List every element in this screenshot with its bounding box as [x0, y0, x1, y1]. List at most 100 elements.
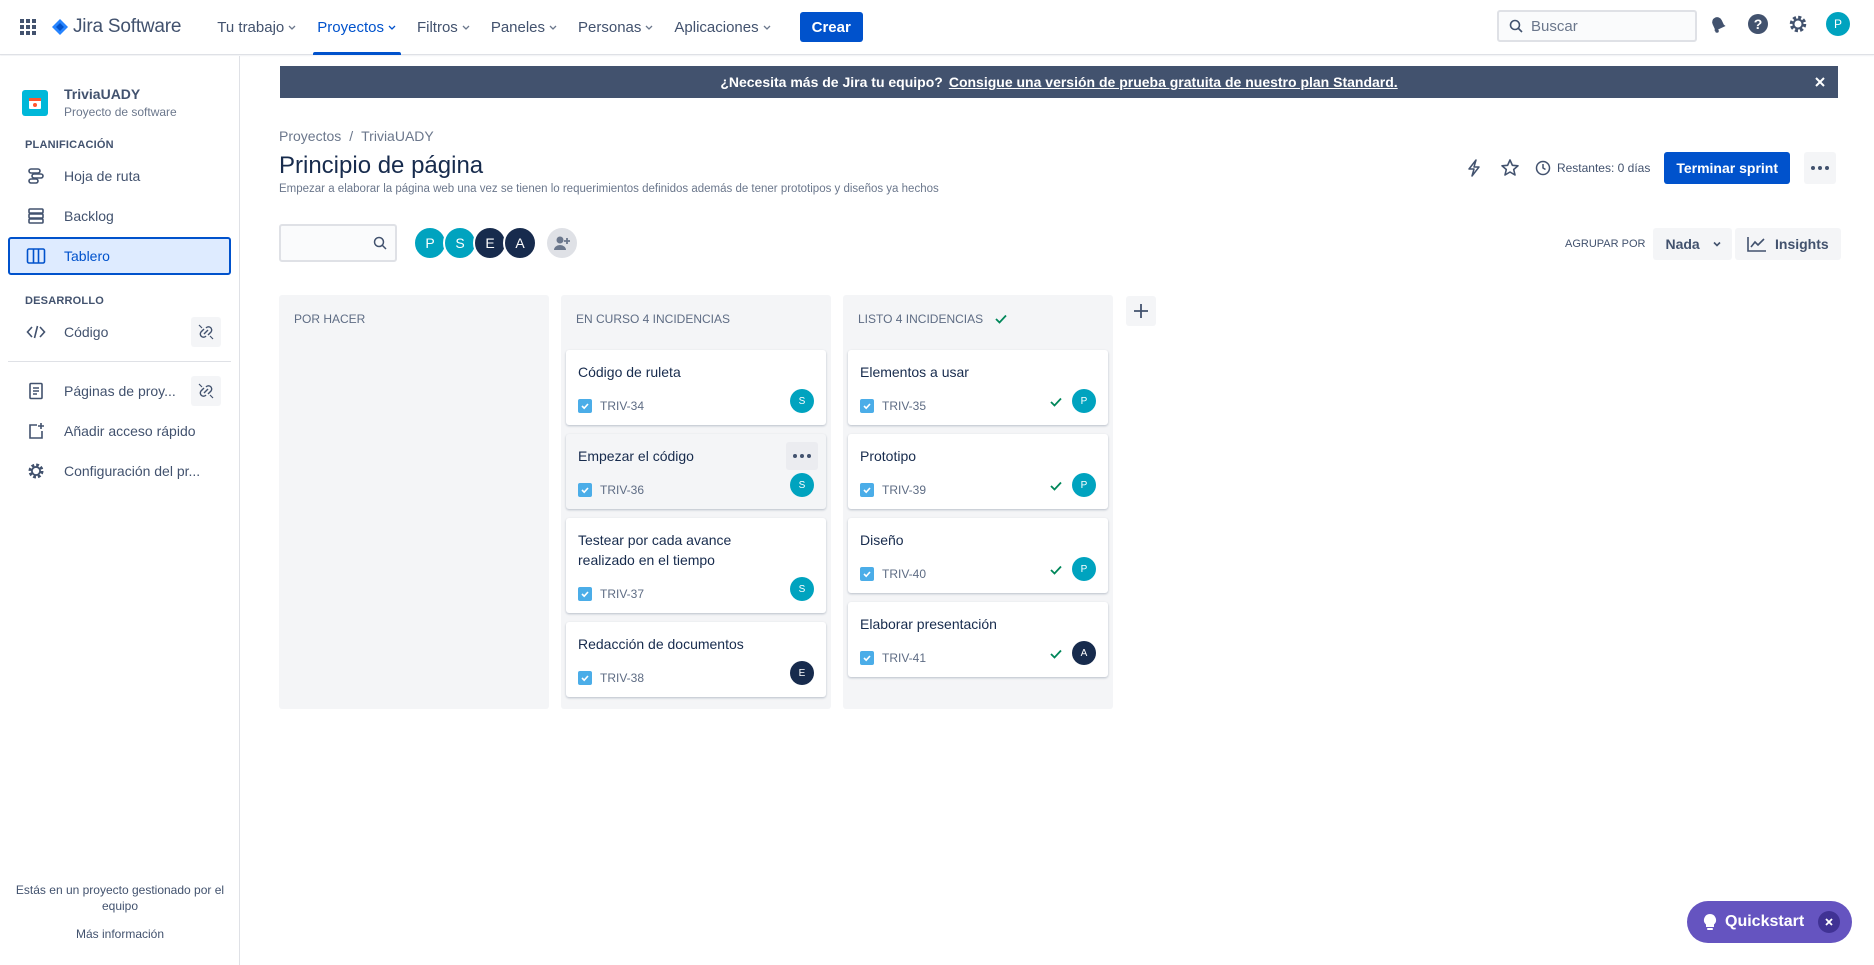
avatar-filter[interactable]: E	[473, 226, 507, 260]
board-column-in-progress: EN CURSO 4 INCIDENCIAS Código de ruleta …	[561, 295, 831, 709]
group-by-select[interactable]: Nada	[1653, 228, 1732, 260]
sidebar-item-backlog[interactable]: Backlog	[8, 197, 231, 235]
end-sprint-button[interactable]: Terminar sprint	[1664, 152, 1790, 184]
assignee-avatar[interactable]: P	[1072, 389, 1096, 413]
avatar-filter[interactable]: P	[413, 226, 447, 260]
more-actions-button[interactable]	[1804, 152, 1836, 184]
automation-lightning-icon[interactable]	[1463, 157, 1485, 179]
sidebar-item-code[interactable]: Código	[8, 313, 231, 351]
add-column-button[interactable]	[1126, 296, 1156, 326]
project-name: TriviaUADY	[64, 86, 141, 102]
group-by-label: AGRUPAR POR	[1565, 238, 1646, 250]
task-icon	[860, 399, 874, 413]
issue-card[interactable]: Redacción de documentos TRIV-38 E	[566, 622, 826, 697]
sidebar-item-project-pages[interactable]: Páginas de proy...	[8, 372, 231, 410]
insights-button[interactable]: Insights	[1735, 228, 1841, 260]
issue-card[interactable]: Diseño TRIV-40 P	[848, 518, 1108, 593]
search-input[interactable]	[1531, 17, 1681, 35]
plus-icon	[1134, 304, 1148, 318]
global-search[interactable]	[1497, 10, 1697, 42]
sidebar-item-board[interactable]: Tablero	[8, 237, 231, 275]
issue-key: TRIV-37	[600, 587, 645, 601]
issue-card[interactable]: Elaborar presentación TRIV-41 A	[848, 602, 1108, 677]
nav-paneles[interactable]: Paneles	[481, 0, 568, 55]
task-icon	[860, 567, 874, 581]
quickstart-button[interactable]: Quickstart	[1687, 901, 1852, 943]
quickstart-label: Quickstart	[1725, 913, 1805, 930]
task-icon	[860, 651, 874, 665]
settings-gear-icon[interactable]	[1786, 12, 1810, 36]
lightbulb-icon	[1703, 913, 1717, 930]
checkmark-icon	[995, 314, 1007, 324]
issue-card[interactable]: Empezar el código TRIV-36 S	[566, 434, 826, 509]
help-icon[interactable]: ?	[1746, 12, 1770, 36]
app-switcher-icon[interactable]	[18, 17, 38, 37]
assignee-avatar[interactable]: A	[1072, 641, 1096, 665]
assignee-avatar[interactable]: E	[790, 661, 814, 685]
avatar-filter[interactable]: S	[443, 226, 477, 260]
page-title: Principio de página	[279, 152, 484, 179]
nav-aplicaciones[interactable]: Aplicaciones	[664, 0, 781, 55]
sprint-goal: Empezar a elaborar la página web una vez…	[279, 183, 939, 195]
project-header[interactable]: TriviaUADY Proyecto de software	[22, 86, 239, 119]
time-remaining: Restantes: 0 días	[1535, 160, 1650, 176]
insights-chart-icon	[1747, 237, 1766, 252]
assignee-filter: P S E A	[413, 226, 579, 260]
close-icon[interactable]	[1818, 911, 1840, 933]
issue-card[interactable]: Elementos a usar TRIV-35 P	[848, 350, 1108, 425]
sidebar-item-roadmap[interactable]: Hoja de ruta	[8, 157, 231, 195]
issue-card[interactable]: Código de ruleta TRIV-34 S	[566, 350, 826, 425]
unlink-icon[interactable]	[191, 376, 221, 406]
issue-card[interactable]: Testear por cada avance realizado en el …	[566, 518, 826, 613]
board-column-todo: POR HACER	[279, 295, 549, 709]
nav-proyectos[interactable]: Proyectos	[307, 0, 407, 55]
chevron-down-icon	[388, 25, 396, 30]
assignee-avatar[interactable]: P	[1072, 557, 1096, 581]
assignee-avatar[interactable]: P	[1072, 473, 1096, 497]
sidebar-item-add-shortcut[interactable]: Añadir acceso rápido	[8, 412, 231, 450]
user-avatar[interactable]: P	[1826, 12, 1850, 36]
assignee-avatar[interactable]: S	[790, 577, 814, 601]
unlink-icon[interactable]	[191, 317, 221, 347]
issue-title: Elaborar presentación	[860, 616, 997, 632]
nav-personas[interactable]: Personas	[568, 0, 664, 55]
done-check-icon	[1050, 565, 1062, 575]
task-icon	[860, 483, 874, 497]
breadcrumb-projects[interactable]: Proyectos	[279, 128, 341, 144]
close-icon[interactable]	[1812, 74, 1828, 90]
logo-text: Jira Software	[73, 16, 182, 37]
planning-section-title: PLANIFICACIÓN	[25, 139, 114, 151]
issue-key: TRIV-35	[882, 399, 927, 413]
assignee-avatar[interactable]: S	[790, 473, 814, 497]
add-people-icon[interactable]	[545, 226, 579, 260]
chevron-down-icon	[763, 25, 771, 30]
sidebar-item-settings[interactable]: Configuración del pr...	[8, 452, 231, 490]
nav-filtros[interactable]: Filtros	[407, 0, 481, 55]
sidebar-item-label: Añadir acceso rápido	[64, 423, 196, 439]
time-remaining-text: Restantes: 0 días	[1556, 161, 1651, 175]
breadcrumb-project[interactable]: TriviaUADY	[361, 128, 434, 144]
nav-tu-trabajo[interactable]: Tu trabajo	[207, 0, 307, 55]
issue-title: Prototipo	[860, 448, 917, 464]
board-search-input[interactable]	[279, 224, 397, 262]
sidebar-item-label: Configuración del pr...	[64, 463, 201, 479]
issue-title: Testear por cada avance realizado en el …	[578, 532, 732, 568]
development-section-title: DESARROLLO	[25, 295, 104, 307]
clock-icon	[1535, 160, 1551, 176]
task-icon	[578, 671, 592, 685]
issue-key: TRIV-38	[600, 671, 645, 685]
issue-card[interactable]: Prototipo TRIV-39 P	[848, 434, 1108, 509]
create-button[interactable]: Crear	[799, 12, 863, 42]
jira-logo[interactable]: Jira Software	[52, 16, 181, 38]
assignee-avatar[interactable]: S	[790, 389, 814, 413]
task-icon	[578, 587, 592, 601]
banner-link[interactable]: Consigue una versión de prueba gratuita …	[949, 74, 1398, 90]
team-managed-note: Estás en un proyecto gestionado por el e…	[15, 883, 225, 913]
star-icon[interactable]	[1499, 157, 1521, 179]
jira-diamond-icon	[52, 19, 68, 35]
more-info-link[interactable]: Más información	[10, 926, 230, 942]
notifications-icon[interactable]	[1706, 12, 1730, 36]
avatar-filter[interactable]: A	[503, 226, 537, 260]
board-icon	[26, 246, 46, 266]
card-more-icon[interactable]	[786, 442, 818, 470]
